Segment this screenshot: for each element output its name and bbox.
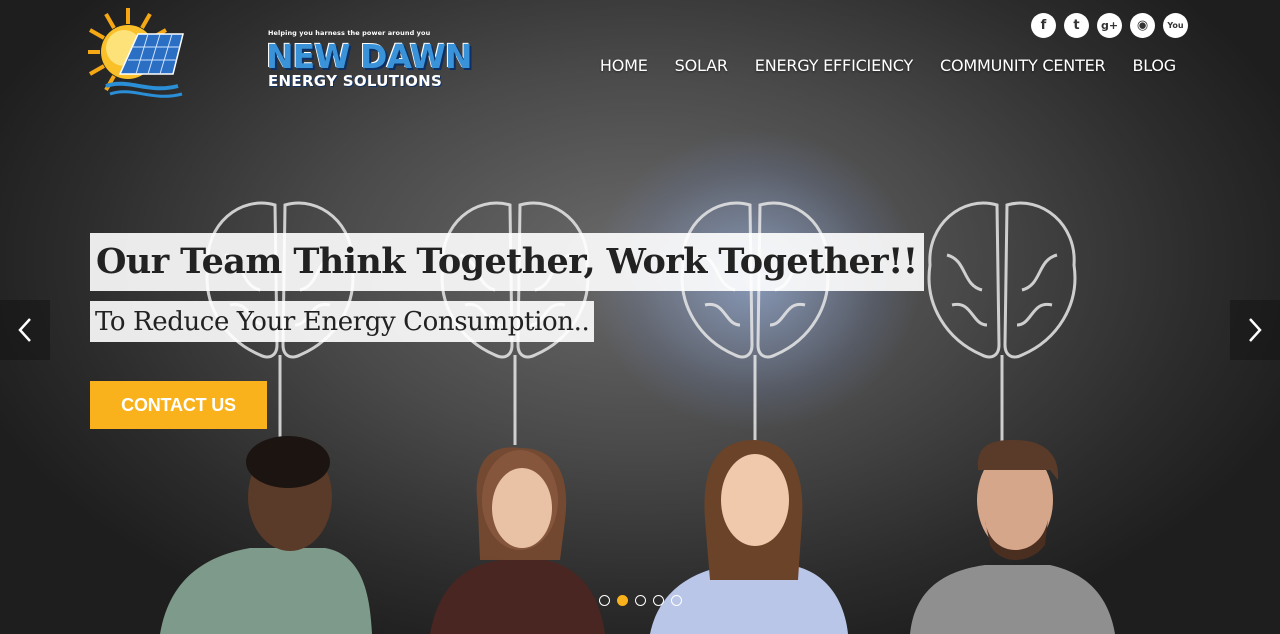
slider-dot[interactable] — [599, 595, 610, 606]
facebook-icon[interactable]: f — [1031, 13, 1056, 38]
contact-us-button[interactable]: CONTACT US — [90, 381, 267, 429]
chevron-right-icon — [1249, 318, 1262, 342]
brand-tagline: Helping you harness the power around you — [268, 29, 431, 37]
twitter-icon[interactable]: t — [1064, 13, 1089, 38]
google-plus-icon[interactable]: g+ — [1097, 13, 1122, 38]
slider-dot[interactable] — [635, 595, 646, 606]
nav-community-center[interactable]: COMMUNITY CENTER — [940, 56, 1106, 75]
slider-dot[interactable] — [671, 595, 682, 606]
slider-pagination — [599, 595, 682, 606]
nav-home[interactable]: HOME — [600, 56, 648, 75]
chevron-left-icon — [18, 318, 31, 342]
slider-next-button[interactable] — [1230, 300, 1280, 360]
slider-prev-button[interactable] — [0, 300, 50, 360]
slide-subline: To Reduce Your Energy Consumption.. — [90, 301, 595, 342]
slider-dot[interactable] — [653, 595, 664, 606]
social-links: f t g+ ◉ You — [1031, 13, 1188, 38]
nav-blog[interactable]: BLOG — [1132, 56, 1176, 75]
brand-name: NEW DAWN — [266, 37, 473, 76]
slider-dot[interactable] — [617, 595, 628, 606]
rss-icon[interactable]: ◉ — [1130, 13, 1155, 38]
nav-energy-efficiency[interactable]: ENERGY EFFICIENCY — [755, 56, 913, 75]
main-nav: HOME SOLAR ENERGY EFFICIENCY COMMUNITY C… — [600, 56, 1176, 75]
youtube-icon[interactable]: You — [1163, 13, 1188, 38]
nav-solar[interactable]: SOLAR — [675, 56, 728, 75]
slide-headline: Our Team Think Together, Work Together!! — [90, 233, 924, 291]
brand-subname: ENERGY SOLUTIONS — [268, 72, 443, 90]
brand-logo[interactable]: Helping you harness the power around you… — [88, 4, 473, 104]
